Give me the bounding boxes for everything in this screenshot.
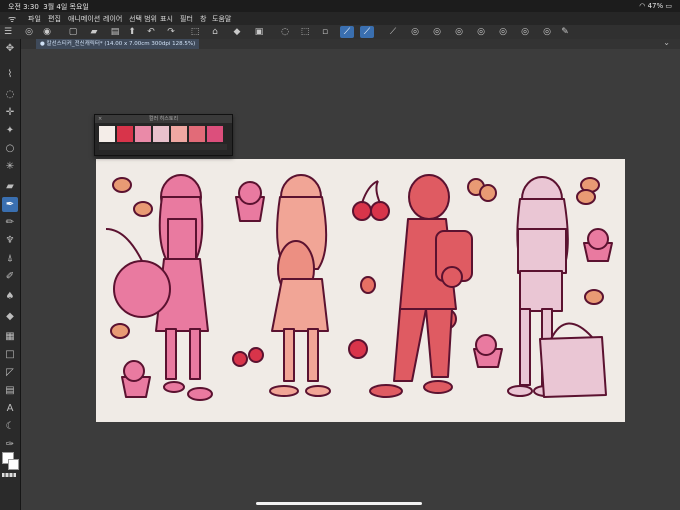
artwork: [105, 174, 613, 401]
status-date: 3월 4일 목요일: [43, 3, 89, 11]
character-4: [507, 176, 607, 398]
eraser-icon[interactable]: ▰: [2, 179, 18, 194]
clear-icon[interactable]: ◌: [278, 26, 292, 38]
snap-guide-icon[interactable]: ◎: [496, 26, 510, 38]
snap-icon[interactable]: ⟋: [360, 26, 374, 38]
airbrush-icon[interactable]: ⍋: [2, 251, 18, 266]
menu-window[interactable]: 창: [200, 14, 206, 24]
blend-icon[interactable]: ♠: [2, 289, 18, 304]
character-2: [269, 174, 331, 397]
snap-ruler-icon[interactable]: ◎: [408, 26, 422, 38]
lasso-select-icon[interactable]: ⬚: [188, 26, 202, 38]
snap-grid-icon[interactable]: ◎: [452, 26, 466, 38]
palette-indicator-row: [99, 144, 227, 150]
correction-icon[interactable]: ✑: [2, 437, 18, 452]
palette-close-icon[interactable]: ×: [98, 115, 102, 123]
pen-icon[interactable]: ✒: [2, 197, 18, 212]
menu-filter[interactable]: 필터: [180, 14, 193, 24]
transform-icon[interactable]: ✛: [2, 105, 18, 120]
document-tab[interactable]: ● 칼선스티커_전신캐릭터* (14.00 x 7.00cm 300dpi 12…: [36, 39, 200, 49]
new-file-icon[interactable]: ▢: [66, 26, 80, 38]
brush-icon[interactable]: ♆: [2, 233, 18, 248]
menu-view[interactable]: 표시: [160, 14, 173, 24]
status-right: ◠ 47% ▭: [639, 2, 672, 10]
menu-animation[interactable]: 애니메이션: [68, 14, 100, 24]
menu-edit[interactable]: 편집: [48, 14, 61, 24]
snap-perspective-icon[interactable]: ◎: [474, 26, 488, 38]
symmetry-icon[interactable]: ⟋: [386, 26, 400, 38]
decoration-icon[interactable]: ✐: [2, 269, 18, 284]
menu-bar: ᯤ 파일 편집 애니메이션 레이어 선택 범위 표시 필터 창 도움말: [0, 12, 680, 25]
command-bar: ☰ ◎ ◉ ▢ ▰ ▤ ⬆ ↶ ↷ ⬚ ⌂ ◆ ▣ ◌ ⬚ ▫ ⟋ ⟋ ⟋ ◎ …: [0, 25, 680, 40]
ruler-active-icon[interactable]: ⟋: [340, 26, 354, 38]
open-file-icon[interactable]: ▰: [87, 26, 101, 38]
sub-color-swatch[interactable]: [8, 459, 19, 470]
export-icon[interactable]: ⬆: [125, 26, 139, 38]
color-swatch[interactable]: [153, 126, 169, 142]
move-icon[interactable]: ✥: [2, 41, 18, 56]
character-1: [105, 174, 213, 401]
color-swatch[interactable]: [135, 126, 151, 142]
color-swatch[interactable]: [207, 126, 223, 142]
color-history-palette: × 컬러 히스토리: [94, 114, 233, 156]
menu-file[interactable]: 파일: [28, 14, 41, 24]
battery-icon: ▭: [665, 2, 672, 10]
magic-wand-icon[interactable]: ✳: [2, 159, 18, 174]
color-swatch[interactable]: [99, 126, 115, 142]
frame-icon[interactable]: ◸: [2, 365, 18, 380]
color-swatch[interactable]: [189, 126, 205, 142]
tool-strip: ✥ ⌇ ◌ ✛ ✦ ○ ✳ ▰ ✒ ✏ ♆ ⍋ ✐ ♠ ◆ ▦ □ ◸ ▤ A …: [0, 39, 21, 510]
clear-outside-icon[interactable]: ⬚: [298, 26, 312, 38]
palette-title: 컬러 히스토리: [148, 116, 179, 122]
rotate-icon[interactable]: ○: [2, 141, 18, 156]
app-menu-icon[interactable]: ☰: [1, 26, 15, 38]
eyedropper-icon[interactable]: ⌇: [2, 67, 18, 82]
menu-selection[interactable]: 선택 범위: [129, 14, 157, 24]
home-indicator: [256, 502, 422, 505]
lasso-icon[interactable]: ◌: [2, 87, 18, 102]
quick-access-icon[interactable]: ◎: [540, 26, 554, 38]
snap-vanishing-icon[interactable]: ◎: [518, 26, 532, 38]
transparent-swatch[interactable]: [2, 473, 16, 477]
artboard[interactable]: [96, 159, 625, 422]
wifi-icon: ◠: [639, 2, 646, 10]
fill-icon[interactable]: ◆: [2, 309, 18, 324]
color-swatch[interactable]: [117, 126, 133, 142]
balloon-icon[interactable]: ☾: [2, 419, 18, 434]
redo-icon[interactable]: ↷: [164, 26, 178, 38]
crop-icon[interactable]: ▫: [318, 26, 332, 38]
zoom-icon[interactable]: ✦: [2, 123, 18, 138]
clip-studio-icon[interactable]: ◉: [40, 26, 54, 38]
menu-help[interactable]: 도움말: [212, 14, 231, 24]
text-icon[interactable]: A: [2, 401, 18, 416]
status-bar: 오전 3:30 3월 4일 목요일 ◠ 47% ▭: [0, 0, 680, 12]
figure-icon[interactable]: □: [2, 347, 18, 362]
status-time-date: 오전 3:30 3월 4일 목요일: [8, 2, 89, 12]
menu-layer[interactable]: 레이어: [103, 14, 122, 24]
document-tab-bar: ● 칼선스티커_전신캐릭터* (14.00 x 7.00cm 300dpi 12…: [21, 38, 680, 49]
palette-title-bar[interactable]: × 컬러 히스토리: [95, 115, 232, 123]
deselect-icon[interactable]: ⌂: [208, 26, 222, 38]
edit-toolbar-icon[interactable]: ✎: [558, 26, 572, 38]
ruler-icon[interactable]: ▤: [2, 383, 18, 398]
collapse-icon[interactable]: ⌄: [663, 38, 670, 47]
undo-icon[interactable]: ↶: [144, 26, 158, 38]
fill-icon[interactable]: ◆: [230, 26, 244, 38]
color-swatch[interactable]: [171, 126, 187, 142]
app-logo-icon[interactable]: ᯤ: [8, 12, 16, 25]
account-icon[interactable]: ◎: [22, 26, 36, 38]
gradient-icon[interactable]: ▦: [2, 329, 18, 344]
status-time: 오전 3:30: [8, 3, 39, 11]
snap-special-icon[interactable]: ◎: [430, 26, 444, 38]
battery-percent: 47%: [647, 2, 664, 10]
save-icon[interactable]: ▤: [108, 26, 122, 38]
pencil-icon[interactable]: ✏: [2, 215, 18, 230]
transform-icon[interactable]: ▣: [252, 26, 266, 38]
